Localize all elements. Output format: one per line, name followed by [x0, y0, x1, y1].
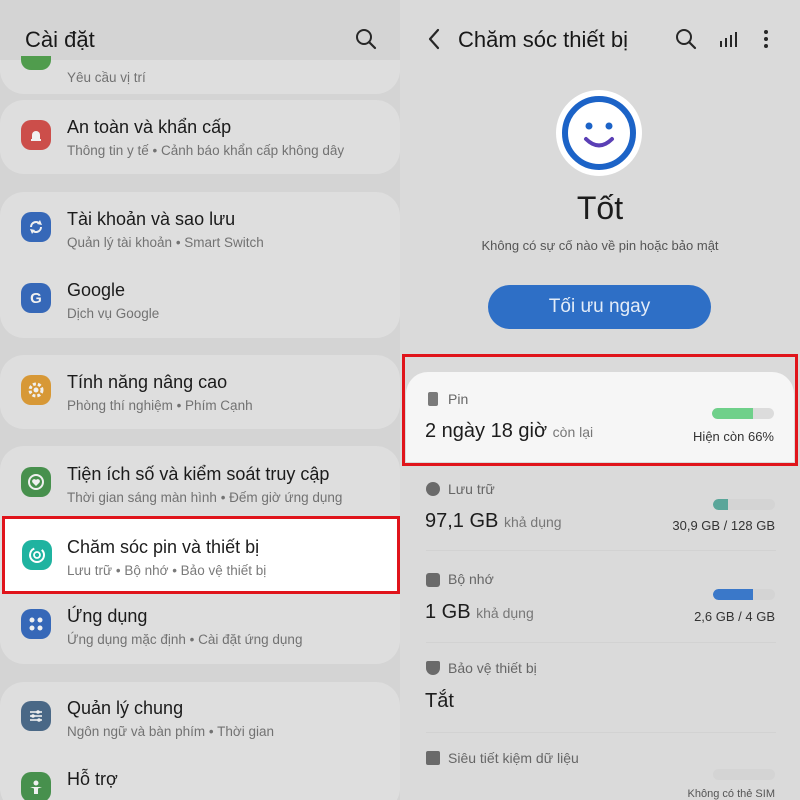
settings-item-title: Hỗ trợ — [67, 769, 118, 789]
settings-item-sub: Quản lý tài khoản • Smart Switch — [67, 235, 264, 250]
search-icon[interactable] — [672, 25, 700, 53]
storage-label: Lưu trữ — [448, 481, 495, 497]
search-icon[interactable] — [352, 25, 380, 53]
device-protection-label: Bảo vệ thiết bị — [448, 660, 537, 676]
status-subtitle: Không có sự cố nào về pin hoặc bảo mật — [481, 238, 719, 253]
memory-available: 1 GB khả dụng — [425, 601, 534, 624]
location-icon — [21, 56, 51, 70]
settings-item-support[interactable]: Hỗ trợ — [0, 756, 400, 800]
settings-item-safety[interactable]: An toàn và khẩn cấp Thông tin y tế • Cản… — [0, 104, 400, 170]
settings-item-title: Tài khoản và sao lưu — [67, 209, 236, 229]
settings-panel: Cài đặt Yêu cầu vị trí An toàn và khẩn c… — [0, 0, 400, 800]
back-arrow-icon[interactable] — [420, 25, 448, 53]
settings-item-title: An toàn và khẩn cấp — [67, 117, 232, 137]
settings-item-apps[interactable]: Ứng dụng Ứng dụng mặc định • Cài đặt ứng… — [0, 593, 400, 659]
optimize-now-button[interactable]: Tối ưu ngay — [488, 285, 711, 329]
battery-highlight-frame — [402, 354, 798, 466]
shield-icon — [426, 661, 440, 675]
divider — [426, 550, 776, 551]
data-saver-bar — [713, 769, 775, 780]
divider — [426, 732, 776, 733]
more-options-icon[interactable] — [752, 25, 780, 53]
settings-item-title: Tiện ích số và kiểm soát truy cập — [67, 464, 330, 484]
storage-row[interactable]: Lưu trữ 97,1 GB khả dụng 30,9 GB / 128 G… — [400, 470, 800, 550]
settings-item-general[interactable]: Quản lý chung Ngôn ngữ và bàn phím • Thờ… — [0, 685, 400, 751]
gear-plus-icon — [21, 375, 51, 405]
smiley-status-icon — [556, 90, 642, 176]
storage-available: 97,1 GB khả dụng — [425, 510, 562, 533]
memory-label: Bộ nhớ — [448, 571, 494, 587]
memory-value: 1 GB — [425, 601, 471, 623]
settings-item-sub: Dịch vụ Google — [67, 306, 160, 321]
memory-chip-icon — [426, 573, 440, 587]
settings-item-sub: Thời gian sáng màn hình • Đếm giờ ứng dụ… — [67, 490, 343, 505]
memory-usage-bar — [713, 589, 775, 600]
google-icon: G — [21, 283, 51, 313]
memory-unit: khả dụng — [476, 605, 534, 621]
settings-item-title: Ứng dụng — [67, 606, 148, 626]
sliders-icon — [21, 701, 51, 731]
settings-item-sub: Phòng thí nghiệm • Phím Cạnh — [67, 398, 253, 413]
siren-icon — [21, 120, 51, 150]
memory-usage-text: 2,6 GB / 4 GB — [694, 609, 775, 624]
signal-bars-icon[interactable] — [714, 25, 742, 53]
settings-item-location[interactable]: Yêu cầu vị trí — [0, 52, 400, 92]
settings-item-google[interactable]: G Google Dịch vụ Google — [0, 267, 400, 333]
divider — [426, 642, 776, 643]
sync-icon — [21, 212, 51, 242]
memory-usage-fill — [713, 589, 754, 600]
settings-item-sub: Yêu cầu vị trí — [67, 70, 146, 85]
settings-item-sub: Thông tin y tế • Cảnh báo khẩn cấp không… — [67, 143, 345, 158]
data-saver-icon — [426, 751, 440, 765]
settings-title: Cài đặt — [25, 27, 95, 52]
apps-grid-icon — [21, 609, 51, 639]
device-care-icon — [22, 540, 52, 570]
person-help-icon — [21, 772, 51, 800]
settings-item-accounts[interactable]: Tài khoản và sao lưu Quản lý tài khoản •… — [0, 196, 400, 262]
status-title: Tốt — [576, 190, 624, 226]
pie-chart-icon — [426, 482, 440, 496]
memory-row[interactable]: Bộ nhớ 1 GB khả dụng 2,6 GB / 4 GB — [400, 562, 800, 642]
settings-item-digital-wellbeing[interactable]: Tiện ích số và kiểm soát truy cập Thời g… — [0, 451, 400, 517]
settings-item-title: Quản lý chung — [67, 698, 184, 718]
data-saver-label: Siêu tiết kiệm dữ liệu — [448, 750, 579, 766]
device-protection-status: Tắt — [425, 690, 454, 712]
device-protection-row[interactable]: Bảo vệ thiết bị Tắt — [400, 652, 800, 732]
data-saver-row[interactable]: Siêu tiết kiệm dữ liệu Không có thẻ SIM — [400, 742, 800, 800]
storage-unit: khả dụng — [503, 514, 562, 530]
storage-usage-text: 30,9 GB / 128 GB — [672, 518, 775, 533]
storage-value: 97,1 GB — [425, 510, 499, 532]
heart-circle-icon — [21, 467, 51, 497]
settings-item-sub: Ngôn ngữ và bàn phím • Thời gian — [67, 724, 274, 739]
storage-usage-bar — [713, 499, 775, 510]
settings-item-sub: Lưu trữ • Bộ nhớ • Bảo vệ thiết bị — [67, 563, 267, 578]
settings-item-advanced[interactable]: Tính năng nâng cao Phòng thí nghiệm • Ph… — [0, 359, 400, 425]
device-care-title: Chăm sóc thiết bị — [458, 27, 628, 52]
data-saver-partial-text: Không có thẻ SIM — [687, 788, 775, 800]
settings-item-title: Tính năng nâng cao — [67, 372, 228, 392]
settings-item-device-care[interactable]: Chăm sóc pin và thiết bị Lưu trữ • Bộ nh… — [2, 516, 400, 594]
storage-usage-fill — [713, 499, 728, 510]
settings-item-sub: Ứng dụng mặc định • Cài đặt ứng dụng — [67, 632, 303, 647]
settings-item-title: Google — [67, 280, 126, 300]
settings-item-title: Chăm sóc pin và thiết bị — [67, 537, 260, 557]
